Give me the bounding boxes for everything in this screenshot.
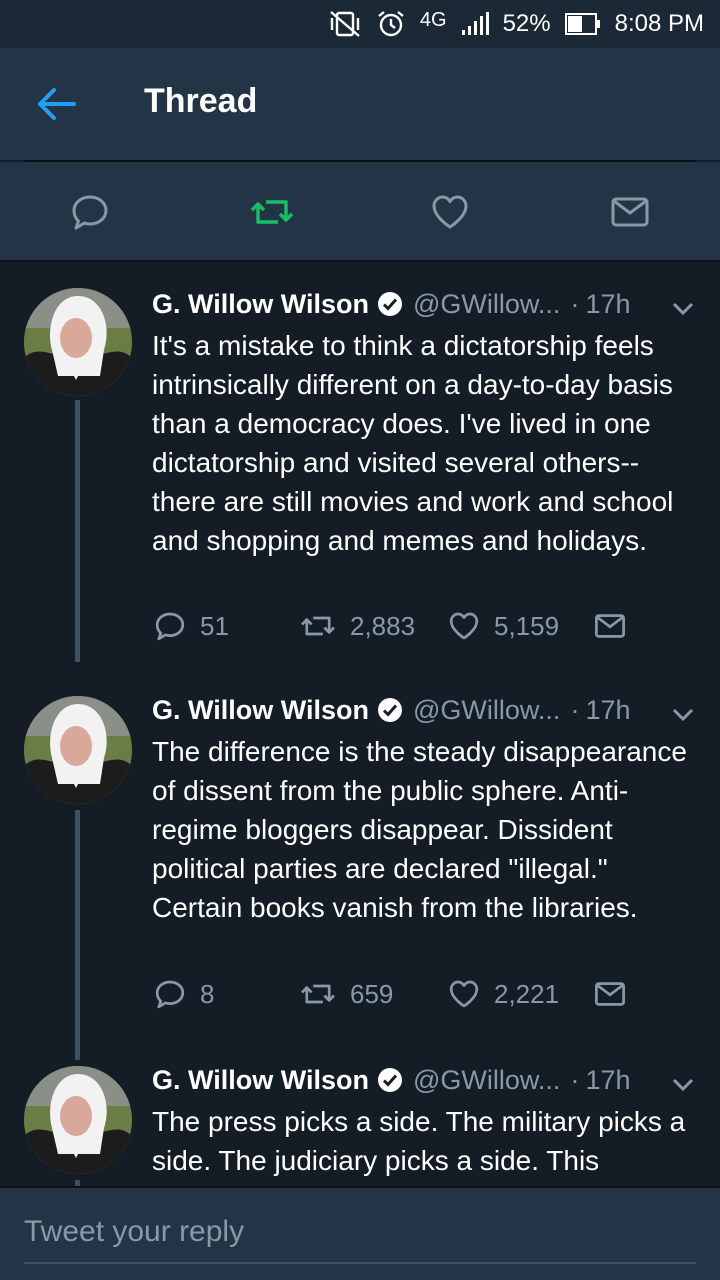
separator-dot: · bbox=[570, 288, 580, 319]
reply-count: 51 bbox=[200, 610, 229, 641]
author-name[interactable]: G. Willow Wilson bbox=[152, 695, 369, 726]
author-handle[interactable]: @GWillow... bbox=[413, 695, 560, 726]
like-button[interactable] bbox=[430, 192, 470, 232]
focused-tweet-actions bbox=[0, 162, 720, 260]
reply-icon bbox=[155, 612, 185, 641]
tweet-header: G. Willow Wilson @GWillow... · 17h bbox=[152, 690, 700, 730]
tweet-text: The press picks a side. The military pic… bbox=[152, 1106, 686, 1176]
tweet[interactable]: G. Willow Wilson @GWillow... · 17h The p… bbox=[0, 1060, 720, 1186]
author-handle[interactable]: @GWillow... bbox=[413, 1065, 560, 1096]
reply-button[interactable]: 8 bbox=[154, 978, 214, 1010]
like-button[interactable]: 2,221 bbox=[448, 978, 559, 1010]
reply-count: 8 bbox=[200, 978, 215, 1009]
retweet-count: 2,883 bbox=[350, 610, 416, 641]
like-count: 2,221 bbox=[494, 978, 560, 1009]
verified-badge-icon bbox=[377, 1067, 403, 1093]
retweet-icon bbox=[301, 616, 335, 636]
avatar[interactable] bbox=[24, 288, 132, 396]
back-button[interactable] bbox=[34, 84, 78, 124]
dm-button[interactable] bbox=[594, 610, 626, 642]
dm-button[interactable] bbox=[594, 978, 626, 1010]
tweet-actions: 51 2,883 5,159 bbox=[152, 610, 712, 654]
retweet-button[interactable]: 659 bbox=[300, 978, 393, 1010]
timestamp: 17h bbox=[585, 1064, 631, 1095]
like-icon bbox=[449, 612, 479, 640]
tweet[interactable]: G. Willow Wilson @GWillow... · 17h The d… bbox=[0, 690, 720, 1050]
network-type: 4G bbox=[419, 8, 447, 31]
tweet-text: It's a mistake to think a dictatorship f… bbox=[152, 330, 674, 556]
battery-percent: 52% bbox=[502, 10, 551, 37]
tweet-text: The difference is the steady disappearan… bbox=[152, 736, 687, 923]
author-handle[interactable]: @GWillow... bbox=[413, 289, 560, 320]
dm-icon bbox=[595, 982, 625, 1006]
author-name[interactable]: G. Willow Wilson bbox=[152, 289, 369, 320]
retweet-button[interactable] bbox=[250, 192, 294, 232]
retweet-icon bbox=[301, 984, 335, 1004]
tweet-header: G. Willow Wilson @GWillow... · 17h bbox=[152, 1060, 700, 1100]
reply-input[interactable] bbox=[24, 1202, 696, 1264]
tweet[interactable]: G. Willow Wilson @GWillow... · 17h It's … bbox=[0, 284, 720, 664]
reply-icon bbox=[155, 980, 185, 1009]
avatar[interactable] bbox=[24, 696, 132, 804]
tweet-header: G. Willow Wilson @GWillow... · 17h bbox=[152, 284, 700, 324]
tweet-actions: 8 659 2,221 bbox=[152, 978, 712, 1022]
reply-icon bbox=[72, 195, 108, 230]
retweet-count: 659 bbox=[350, 978, 394, 1009]
dm-icon bbox=[611, 197, 649, 227]
battery-icon bbox=[564, 13, 601, 35]
reply-composer bbox=[0, 1186, 720, 1280]
vibrate-off-icon bbox=[328, 9, 362, 39]
signal-icon bbox=[461, 12, 489, 36]
dm-icon bbox=[595, 614, 625, 638]
chevron-down-icon[interactable] bbox=[670, 294, 696, 325]
like-count: 5,159 bbox=[494, 610, 560, 641]
alarm-icon bbox=[376, 9, 406, 39]
chevron-down-icon[interactable] bbox=[670, 700, 696, 731]
timestamp: 17h bbox=[585, 288, 631, 319]
like-icon bbox=[432, 195, 468, 229]
author-name[interactable]: G. Willow Wilson bbox=[152, 1065, 369, 1096]
separator-dot: · bbox=[570, 1064, 580, 1095]
clock: 8:08 PM bbox=[614, 10, 704, 37]
app-bar: Thread bbox=[0, 48, 720, 160]
retweet-button[interactable]: 2,883 bbox=[300, 610, 415, 642]
verified-badge-icon bbox=[377, 291, 403, 317]
arrow-left-icon bbox=[38, 88, 76, 120]
like-button[interactable]: 5,159 bbox=[448, 610, 559, 642]
reply-button[interactable] bbox=[70, 192, 110, 232]
separator-dot: · bbox=[570, 694, 580, 725]
retweet-icon bbox=[250, 200, 294, 224]
verified-badge-icon bbox=[377, 697, 403, 723]
like-icon bbox=[449, 980, 479, 1008]
avatar[interactable] bbox=[24, 1066, 132, 1174]
reply-button[interactable]: 51 bbox=[154, 610, 229, 642]
status-bar: 4G 52% 8:08 PM bbox=[0, 0, 720, 48]
timestamp: 17h bbox=[585, 694, 631, 725]
divider bbox=[0, 260, 720, 262]
chevron-down-icon[interactable] bbox=[670, 1070, 696, 1101]
dm-button[interactable] bbox=[610, 192, 650, 232]
page-title: Thread bbox=[144, 82, 258, 120]
